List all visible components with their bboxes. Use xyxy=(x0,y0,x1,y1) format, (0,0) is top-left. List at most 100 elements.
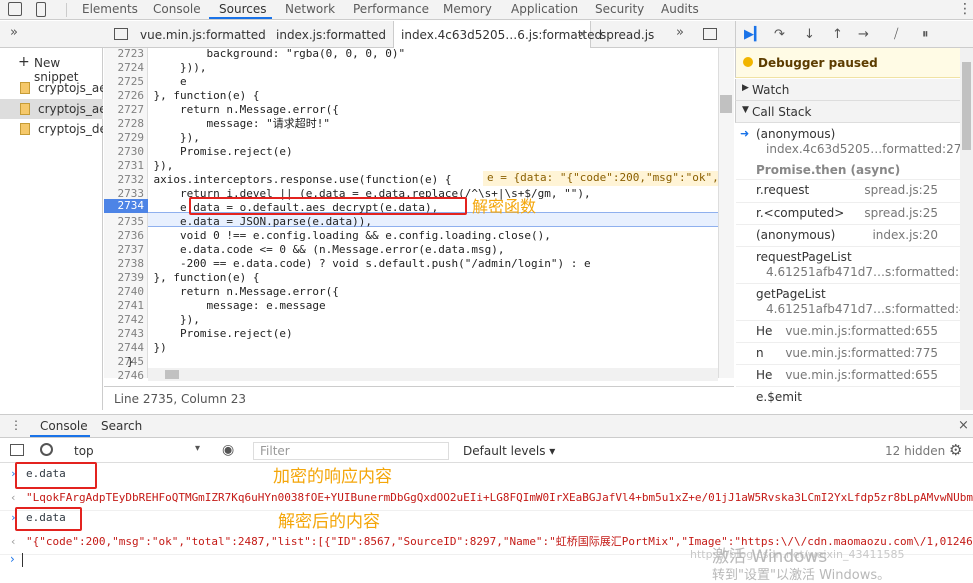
inspect-element-icon[interactable] xyxy=(8,2,22,16)
close-tab-icon[interactable]: × xyxy=(577,27,587,41)
frame-function-name: n xyxy=(756,346,764,360)
tab-audits[interactable]: Audits xyxy=(661,2,699,16)
tab-console[interactable]: Console xyxy=(40,419,88,433)
frame-divider xyxy=(736,283,960,284)
debugger-toolbar: ▶▎ ↷ ↓ ↑ → ⧸ ⏸ xyxy=(735,21,973,48)
tab-performance[interactable]: Performance xyxy=(353,2,429,16)
clear-console-icon[interactable] xyxy=(40,443,53,456)
watch-label: Watch xyxy=(752,83,790,97)
code-line: }, function(e) { xyxy=(127,89,260,102)
device-toolbar-icon[interactable] xyxy=(36,2,46,17)
scroll-thumb[interactable] xyxy=(720,95,732,113)
tab-search[interactable]: Search xyxy=(101,419,142,433)
scroll-thumb[interactable] xyxy=(165,370,179,379)
highlight-box-decrypted xyxy=(15,507,82,531)
line-number[interactable]: 2745 xyxy=(104,355,145,369)
snippet-file[interactable]: cryptojs_aes xyxy=(0,78,103,98)
snippet-file-selected[interactable]: cryptojs_aes xyxy=(0,99,103,119)
frame-function-name: He xyxy=(756,368,773,382)
callstack-frame[interactable]: requestPageList 4.61251afb471d7…s:formatt… xyxy=(736,250,973,286)
pause-on-exceptions-icon[interactable]: ⏸ xyxy=(922,27,929,42)
close-drawer-icon[interactable]: × xyxy=(958,418,969,433)
cursor-position-status: Line 2735, Column 23 xyxy=(104,386,734,410)
toggle-debugger-icon[interactable] xyxy=(703,28,717,40)
tab-application[interactable]: Application xyxy=(511,2,578,16)
watch-section-header[interactable]: ▶ Watch xyxy=(735,79,973,101)
file-tab-vue[interactable]: vue.min.js:formatted xyxy=(140,28,266,42)
console-prompt-input[interactable] xyxy=(22,553,23,567)
callstack-frame[interactable]: ➜ (anonymous) index.4c63d5205…formatted:27… xyxy=(736,127,973,163)
context-selector[interactable]: top xyxy=(74,444,94,458)
snippet-file[interactable]: cryptojs_des xyxy=(0,119,103,139)
console-prompt-icon: › xyxy=(10,552,15,566)
file-tab-index[interactable]: index.js:formatted xyxy=(276,28,386,42)
frame-location: spread.js:25 xyxy=(864,206,938,220)
step-into-icon[interactable]: ↓ xyxy=(804,27,815,42)
highlight-box-encrypted xyxy=(15,462,97,489)
expand-arrow-icon: ▶ xyxy=(742,83,749,93)
toggle-sidebar-icon[interactable] xyxy=(114,28,128,40)
callstack-section-header[interactable]: ▼ Call Stack xyxy=(735,101,973,123)
drawer-menu-icon[interactable]: ⋮ xyxy=(10,418,22,432)
frame-function-name: getPageList xyxy=(756,287,826,301)
plus-icon[interactable]: + xyxy=(18,54,30,70)
resume-icon[interactable]: ▶▎ xyxy=(744,27,764,42)
log-levels-dropdown[interactable]: Default levels ▾ xyxy=(463,444,555,458)
deactivate-breakpoints-icon[interactable]: ⧸ xyxy=(894,27,898,42)
file-navigator: + New snippet cryptojs_aes cryptojs_aes … xyxy=(0,48,103,410)
highlight-box-decrypt xyxy=(189,197,467,215)
callstack-frame[interactable]: e.$emit xyxy=(736,390,960,411)
callstack-label: Call Stack xyxy=(752,105,812,119)
more-tabs-icon[interactable]: » xyxy=(676,25,684,40)
code-line: -200 == e.data.code) ? void s.default.pu… xyxy=(127,257,591,270)
frame-function-name: (anonymous) xyxy=(756,127,836,141)
tab-console[interactable]: Console xyxy=(153,2,201,16)
file-tab-index-hash[interactable]: index.4c63d5205…6.js:formatted xyxy=(401,28,602,42)
callstack-frame[interactable]: getPageList 4.61251afb471d7…s:formatted:4… xyxy=(736,287,973,323)
step-icon[interactable]: → xyxy=(858,27,869,42)
tab-divider xyxy=(66,3,67,17)
frame-location: index.4c63d5205…formatted:2735 xyxy=(766,142,973,156)
step-over-icon[interactable]: ↷ xyxy=(774,27,785,42)
frame-divider xyxy=(736,386,960,387)
live-expression-eye-icon[interactable]: ◉ xyxy=(222,442,234,458)
output-prompt-icon: ‹ xyxy=(10,491,17,504)
scroll-thumb[interactable] xyxy=(962,62,971,150)
callstack-frame[interactable]: r.request spread.js:25 xyxy=(736,183,960,204)
editor-horizontal-scrollbar[interactable] xyxy=(148,368,718,381)
code-line: e xyxy=(127,75,187,88)
tab-security[interactable]: Security xyxy=(595,2,644,16)
collapse-arrow-icon: ▼ xyxy=(742,105,749,115)
console-output-text: "{"code":200,"msg":"ok","total":2487,"li… xyxy=(26,535,973,548)
code-line: message: e.message xyxy=(127,299,326,312)
snippet-file-name: cryptojs_aes xyxy=(38,102,103,116)
tab-sources[interactable]: Sources xyxy=(219,2,266,16)
frame-location: spread.js:25 xyxy=(864,183,938,197)
console-filter-input[interactable]: Filter xyxy=(253,442,449,460)
step-out-icon[interactable]: ↑ xyxy=(832,27,843,42)
inline-variable-value: e = {data: "{"code":200,"msg":"ok", xyxy=(483,171,721,186)
context-dropdown-icon[interactable]: ▾ xyxy=(195,443,200,454)
frame-location: vue.min.js:formatted:655 xyxy=(785,368,938,382)
tab-elements[interactable]: Elements xyxy=(82,2,138,16)
more-vert-icon[interactable]: ⋮ xyxy=(958,1,972,17)
sidebar-toggle-icon[interactable] xyxy=(10,444,24,456)
tab-network[interactable]: Network xyxy=(285,2,335,16)
code-line: }), xyxy=(127,313,200,326)
toggle-navigator-icon[interactable]: » xyxy=(10,25,18,40)
line-number[interactable]: 2746 xyxy=(104,369,145,383)
file-icon xyxy=(20,103,30,115)
console-settings-gear-icon[interactable]: ⚙ xyxy=(949,441,962,459)
code-line: message: "请求超时!" xyxy=(127,117,330,130)
tab-memory[interactable]: Memory xyxy=(443,2,492,16)
activate-windows-subtitle: 转到"设置"以激活 Windows。 xyxy=(712,568,891,583)
frame-divider xyxy=(736,342,960,343)
file-tab-spread[interactable]: spread.js xyxy=(600,28,654,42)
drawer-tabs: ⋮ Console Search × xyxy=(0,414,973,438)
frame-location: 4.61251afb471d7…s:formatted:47 xyxy=(766,302,973,316)
snippet-file-name: cryptojs_des xyxy=(38,122,103,136)
code-line: e.data = JSON.parse(e.data)), xyxy=(127,215,373,228)
frame-divider xyxy=(736,246,960,247)
console-toolbar: top ▾ ◉ Default levels ▾ 12 hidden ⚙ xyxy=(0,439,973,463)
frame-divider xyxy=(736,224,960,225)
